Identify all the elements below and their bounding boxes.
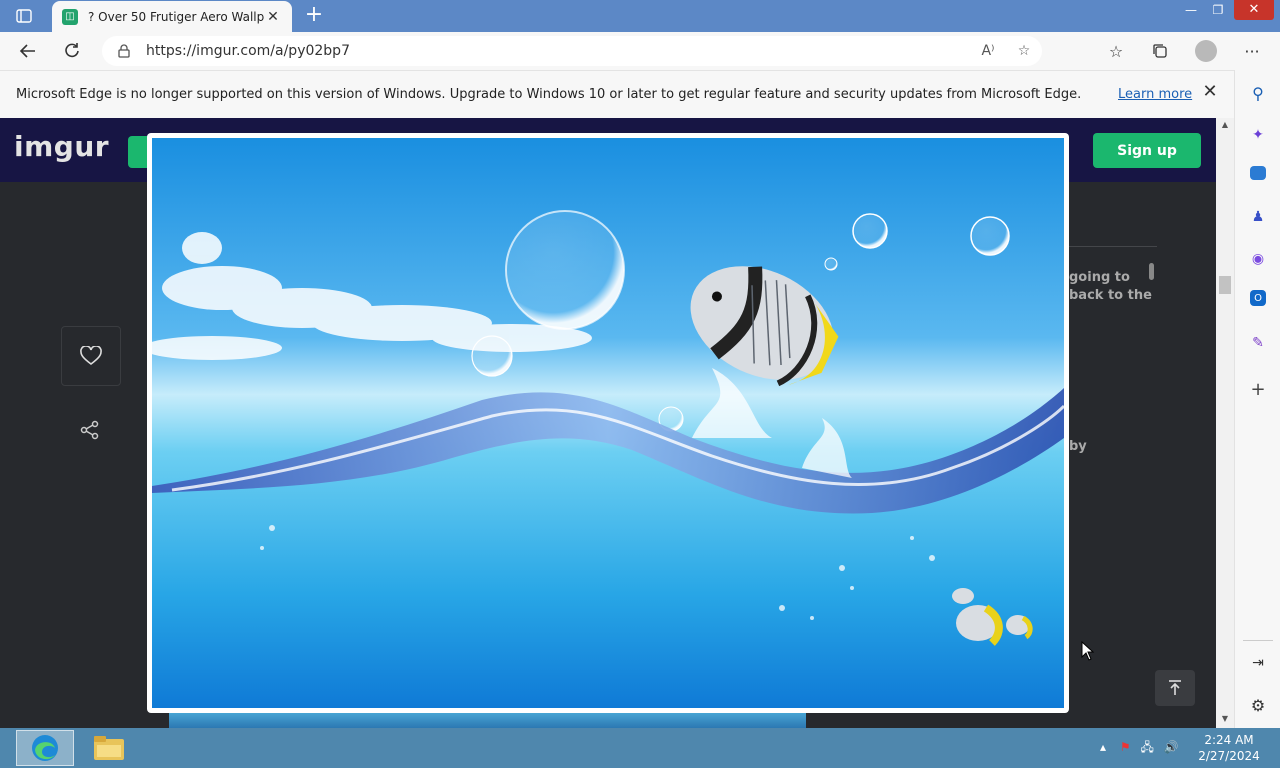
side-text-2: back to the	[1069, 288, 1152, 303]
imgur-logo[interactable]: imgur	[14, 130, 109, 163]
network-icon[interactable]: 🖧	[1140, 740, 1153, 754]
tab-close-button[interactable]: ✕	[264, 9, 282, 25]
side-text-3: by	[1069, 439, 1087, 454]
tab-actions-icon[interactable]	[8, 5, 40, 27]
system-tray: ▴ ⚑ 🖧 🔊	[1100, 738, 1179, 759]
learn-more-link[interactable]: Learn more	[1118, 87, 1192, 102]
read-aloud-icon[interactable]: A⁾	[970, 43, 1006, 59]
side-panel-scrollbar[interactable]	[1149, 263, 1154, 280]
scroll-down-arrow-icon[interactable]: ▼	[1216, 714, 1234, 723]
shopping-icon[interactable]	[1250, 166, 1266, 180]
edge-sidebar: ⚲ ✦ ♟ ◉ O ✎ + ⇥ ⚙	[1234, 70, 1280, 728]
frutiger-aero-wallpaper-image	[152, 138, 1064, 708]
lock-icon	[118, 44, 132, 58]
copilot-icon[interactable]: ✦	[1247, 124, 1269, 146]
hide-sidebar-icon[interactable]: ⇥	[1247, 652, 1269, 674]
show-hidden-icons-icon[interactable]: ▴	[1100, 740, 1106, 754]
share-icon[interactable]	[80, 420, 102, 442]
address-bar[interactable]: https://imgur.com/a/py02bp7 A⁾ ☆	[102, 36, 1042, 66]
edge-taskbar-icon[interactable]	[16, 730, 74, 766]
taskbar-clock[interactable]: 2:24 AM 2/27/2024	[1196, 732, 1262, 764]
settings-gear-icon[interactable]: ⚙	[1247, 694, 1269, 716]
file-explorer-taskbar-icon[interactable]	[80, 730, 138, 766]
browser-navbar: https://imgur.com/a/py02bp7 A⁾ ☆ ☆ ···	[0, 32, 1280, 70]
designer-icon[interactable]: ✎	[1247, 332, 1269, 354]
search-icon[interactable]: ⚲	[1247, 82, 1269, 104]
new-tab-button[interactable]: +	[302, 3, 326, 29]
outlook-icon[interactable]: O	[1250, 290, 1266, 306]
collections-icon[interactable]	[1147, 39, 1173, 63]
infobar-message: Microsoft Edge is no longer supported on…	[16, 87, 1082, 102]
scrollbar-thumb[interactable]	[1219, 276, 1231, 294]
browser-tab[interactable]: ◫ ? Over 50 Frutiger Aero Wallpap ✕	[52, 1, 292, 32]
browser-titlebar: ◫ ? Over 50 Frutiger Aero Wallpap ✕ + — …	[0, 0, 1280, 32]
favorites-icon[interactable]: ☆	[1103, 39, 1129, 63]
scroll-to-top-icon[interactable]	[1155, 670, 1195, 706]
side-divider	[1069, 246, 1157, 247]
image-lightbox[interactable]	[147, 133, 1069, 713]
unsupported-os-infobar: Microsoft Edge is no longer supported on…	[0, 70, 1234, 118]
games-icon[interactable]: ♟	[1247, 206, 1269, 228]
back-arrow-icon[interactable]	[15, 39, 41, 63]
clock-time: 2:24 AM	[1204, 733, 1254, 747]
windows-taskbar: ▴ ⚑ 🖧 🔊 2:24 AM 2/27/2024	[0, 728, 1280, 768]
sign-up-button[interactable]: Sign up	[1093, 133, 1201, 168]
page-scrollbar[interactable]: ▲ ▼	[1216, 118, 1234, 728]
heart-icon[interactable]	[61, 326, 121, 386]
more-icon[interactable]: ···	[1239, 39, 1265, 63]
url-text: https://imgur.com/a/py02bp7	[146, 43, 350, 59]
window-close-button[interactable]: ✕	[1234, 0, 1274, 20]
refresh-icon[interactable]	[59, 39, 85, 63]
mouse-cursor-icon	[1081, 641, 1095, 661]
infobar-close-button[interactable]: ✕	[1199, 81, 1221, 105]
tab-title: ? Over 50 Frutiger Aero Wallpap	[88, 9, 264, 24]
clock-date: 2/27/2024	[1198, 749, 1260, 763]
sidebar-divider	[1243, 640, 1273, 641]
volume-icon[interactable]: 🔊	[1164, 740, 1179, 754]
tab-favicon-icon: ◫	[62, 8, 78, 25]
profile-icon[interactable]	[1195, 40, 1217, 62]
post-image-strip	[169, 712, 806, 728]
action-center-icon[interactable]: ⚑	[1120, 740, 1131, 754]
restore-button[interactable]: ❐	[1203, 0, 1233, 22]
minimize-button[interactable]: —	[1176, 0, 1206, 22]
microsoft-365-icon[interactable]: ◉	[1247, 248, 1269, 270]
add-sidebar-app-icon[interactable]: +	[1247, 378, 1269, 400]
scroll-up-arrow-icon[interactable]: ▲	[1216, 120, 1234, 129]
side-text-1: going to	[1069, 270, 1130, 285]
add-favorite-icon[interactable]: ☆	[1006, 43, 1042, 59]
